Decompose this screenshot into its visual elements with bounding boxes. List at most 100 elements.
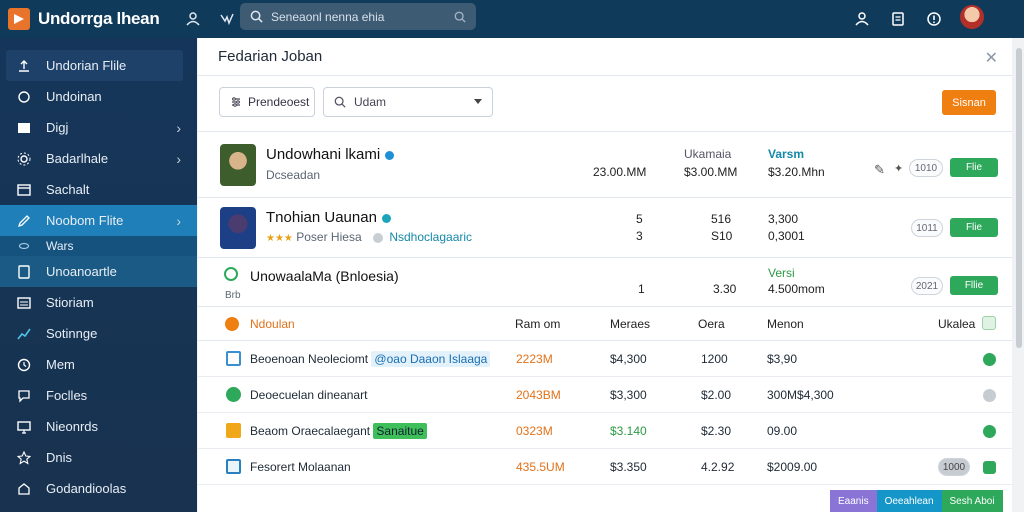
value-cell: 0,3001 [768,229,805,243]
sidebar-item-5[interactable]: Noobom Flite › [0,205,197,236]
footer-tab-1[interactable]: Oeeahlean [876,490,942,512]
bolt-icon[interactable]: ✦ [894,162,903,175]
user-avatar[interactable] [960,5,984,29]
column-header: Ukamaia [684,147,732,161]
sidebar-item-label: Stioriam [46,295,94,310]
sidebar-item-label: Sotinnge [46,326,98,341]
status-icon [224,267,238,281]
clock-icon [16,357,32,373]
toolbar: Prendeoest Udam Sisnan [198,76,1012,132]
panel-header: Fedarian Joban [198,38,1012,76]
count-badge: 2021 [911,277,943,295]
cell: 4.2.92 [701,460,735,474]
file-button[interactable]: Flie [950,218,998,237]
chat-icon [16,388,32,404]
chevron-right-icon: › [176,119,181,136]
status-dot[interactable] [983,461,996,474]
footer-tab-2[interactable]: Sesh Aboi [941,490,1003,512]
sidebar-item-6[interactable]: Wars [0,236,197,256]
image-icon [226,459,241,474]
close-icon[interactable]: ✕ [985,48,998,68]
global-search[interactable]: Seneaonl nenna ehia [240,3,476,30]
cell: 1200 [701,352,728,366]
preferences-label: Prendeoest [248,95,310,109]
list-item[interactable]: UnowaalaMa (Bnloesia) Brb Versi 1 3.30 4… [198,258,1012,307]
help-icon[interactable] [922,7,946,31]
value-cell: 23.00.MM [593,165,647,179]
sidebar-item-label: Sachalt [46,182,90,197]
value-cell: 3,300 [768,212,799,226]
status-dot[interactable] [983,389,996,402]
warning-icon [226,423,241,438]
table-row[interactable]: Fesorert Molaanan 435.5UM $3.350 4.2.92 … [198,449,1012,485]
file-button[interactable]: Flie [950,158,998,177]
item-name: Tnohian Uaunan [266,209,391,226]
sidebar-item-12[interactable]: Nieonrds [0,411,197,442]
column-header-3[interactable]: Oera [698,317,725,331]
sidebar-item-3[interactable]: Badarlhale › [0,143,197,174]
status-dot[interactable] [983,353,996,366]
table-row[interactable]: Beoenoan Neoleciomt @oao Daaon Islaaga 2… [198,341,1012,377]
column-header-1[interactable]: Ram om [515,317,560,331]
sidebar-item-label: Wars [46,239,74,253]
action-button[interactable]: Sisnan [942,90,996,115]
sidebar-item-7[interactable]: Unoanoartle [0,256,197,287]
table-row[interactable]: Beaom Oraecalaegant Sanaitue 0323M $3.14… [198,413,1012,449]
filter-select[interactable]: Udam [323,87,493,117]
sidebar-item-13[interactable]: Dnis [0,442,197,473]
filter-select-value: Udam [354,95,387,109]
window-icon [16,182,32,198]
value-cell: $3.00.MM [684,165,738,179]
sidebar-item-label: Dnis [46,450,73,465]
table-row[interactable]: Deoecuelan dineanart 2043BM $3,300 $2.00… [198,377,1012,413]
cell: $3,300 [610,388,647,402]
top-bar: Undorrga lhean Seneaonl nenna ehia [0,0,1024,38]
main-panel: Fedarian Joban ✕ Prendeoest Udam Sisnan … [198,38,1012,512]
sidebar-item-10[interactable]: Mem [0,349,197,380]
settings-icon [16,151,32,167]
document-icon[interactable] [886,7,910,31]
file-button[interactable]: Fllie [950,276,998,295]
column-header-5[interactable]: Ukalea [938,317,975,331]
footer-tab-0[interactable]: Eaanis [830,490,877,512]
column-header-name[interactable]: Ndoulan [250,317,295,331]
account-icon[interactable] [850,7,874,31]
scrollbar-thumb[interactable] [1016,48,1022,348]
search-input[interactable]: Seneaonl nenna ehia [271,10,454,24]
status-dot[interactable] [983,425,996,438]
sidebar-item-4[interactable]: Sachalt [0,174,197,205]
sidebar-item-label: Godandioolas [46,481,127,496]
column-header-4[interactable]: Menon [767,317,804,331]
sidebar-item-11[interactable]: Foclles [0,380,197,411]
sidebar-item-14[interactable]: Godandioolas [0,473,197,504]
sidebar-item-0[interactable]: Undorian Flile [6,50,183,81]
search-submit-icon[interactable] [454,11,466,23]
top-actions [850,7,946,31]
avatar [220,207,256,249]
preferences-button[interactable]: Prendeoest [219,87,315,117]
user-icon[interactable] [181,7,205,31]
sidebar-item-1[interactable]: Undoinan [0,81,197,112]
sidebar-item-label: Noobom Flite [46,213,124,228]
list-item[interactable]: Undowhani lkami Dcseadan Ukamaia Varsm 2… [198,132,1012,198]
row-name: Beaom Oraecalaegant Sanaitue [250,423,427,439]
sidebar-item-8[interactable]: Stioriam [0,287,197,318]
value-cell: 3 [636,229,643,243]
chevron-right-icon: › [176,150,181,167]
value-cell: S10 [711,229,733,243]
pin-icon[interactable]: ✎ [874,162,885,178]
circle-icon [16,89,32,105]
sidebar-item-2[interactable]: Digj › [0,112,197,143]
column-header-2[interactable]: Meraes [610,317,650,331]
list-item[interactable]: Tnohian Uaunan ★★★ Poser Hiesa Nsdhoclag… [198,198,1012,258]
sidebar-item-9[interactable]: Sotinnge [0,318,197,349]
app-logo-icon[interactable] [8,8,30,30]
cell: 2043BM [516,388,561,402]
column-options-icon[interactable] [982,316,996,330]
app-title: Undorrga lhean [38,9,160,28]
value-cell: 3.30 [713,282,737,296]
connections-icon[interactable] [215,7,239,31]
cell: 2223M [516,352,553,366]
row-name: Deoecuelan dineanart [250,388,368,402]
search-icon [250,10,263,23]
